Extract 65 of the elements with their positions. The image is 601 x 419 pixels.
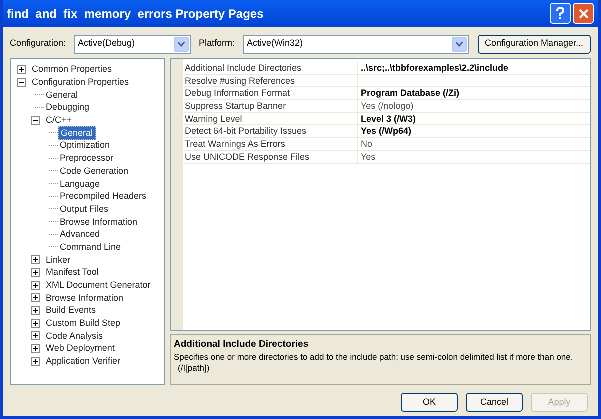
expand-icon[interactable] xyxy=(31,293,40,302)
tree-item[interactable]: General xyxy=(58,126,96,140)
tree-item[interactable]: Precompiled Headers xyxy=(58,190,149,202)
platform-label: Platform: xyxy=(199,37,236,50)
tree-item[interactable]: Application Verifier xyxy=(44,355,123,368)
tree-item[interactable]: Common Properties xyxy=(30,63,114,76)
platform-dropdown[interactable]: Active(Win32) xyxy=(243,34,469,54)
property-name[interactable]: Suppress Startup Banner xyxy=(183,100,358,112)
tree-item[interactable]: Command Line xyxy=(58,240,124,253)
tree-item[interactable]: Advanced xyxy=(58,228,102,240)
property-name[interactable]: Use UNICODE Response Files xyxy=(183,150,358,162)
tree-item[interactable]: Manifest Tool xyxy=(44,266,101,278)
property-value[interactable]: No xyxy=(358,138,373,150)
property-name[interactable]: Warning Level xyxy=(183,112,358,124)
tree-item[interactable]: Build Events xyxy=(44,304,98,316)
dialog-button[interactable]: OK xyxy=(401,393,458,412)
tree-item[interactable]: Custom Build Step xyxy=(44,317,123,330)
tree-item[interactable]: Optimization xyxy=(58,139,112,152)
property-value[interactable]: Yes (/nologo) xyxy=(358,100,414,112)
tree-item[interactable]: Browse Information xyxy=(58,216,140,228)
expand-icon[interactable] xyxy=(31,318,40,328)
tree-item[interactable]: Configuration Properties xyxy=(30,76,132,88)
property-name[interactable]: Resolve #using References xyxy=(183,74,358,86)
property-name[interactable]: Additional Include Directories xyxy=(183,62,358,74)
description-title: Additional Include Directories xyxy=(174,338,310,352)
configuration-label: Configuration: xyxy=(10,37,68,50)
window-title: find_and_fix_memory_errors Property Pages xyxy=(7,6,265,22)
help-button[interactable] xyxy=(550,3,571,24)
expand-icon[interactable] xyxy=(31,356,40,366)
expand-icon[interactable] xyxy=(31,268,40,277)
expand-icon[interactable] xyxy=(31,255,40,264)
property-value[interactable]: Yes xyxy=(358,150,376,162)
expand-icon[interactable] xyxy=(31,331,40,340)
collapse-icon[interactable] xyxy=(31,116,40,125)
tree-item[interactable]: Code Generation xyxy=(58,164,131,177)
expand-icon[interactable] xyxy=(31,280,40,290)
configuration-dropdown[interactable]: Active(Debug) xyxy=(74,34,191,54)
property-value[interactable]: ..\src;..\tbbforexamples\2.2\include xyxy=(358,62,509,74)
close-button[interactable] xyxy=(573,3,594,24)
expand-icon[interactable] xyxy=(31,344,40,353)
property-name[interactable]: Debug Information Format xyxy=(183,87,358,100)
dialog-button[interactable]: Cancel xyxy=(466,393,523,412)
description-text: Specifies one or more directories to add to the include path; use semi-colon delimited list if more than one. (/I[path]) xyxy=(174,352,574,374)
property-name[interactable]: Detect 64-bit Portability Issues xyxy=(183,125,358,138)
tree-item[interactable]: Output Files xyxy=(58,202,111,215)
expand-icon[interactable] xyxy=(17,64,26,74)
tree-item[interactable]: Language xyxy=(58,178,102,190)
expand-icon[interactable] xyxy=(31,306,40,315)
tree-item[interactable]: Browse Information xyxy=(44,292,126,304)
property-value[interactable]: Level 3 (/W3) xyxy=(358,112,416,124)
property-name[interactable]: Treat Warnings As Errors xyxy=(183,138,358,150)
tree-item[interactable]: Preprocessor xyxy=(58,152,116,164)
collapse-icon[interactable] xyxy=(17,78,26,87)
tree-item[interactable]: XML Document Generator xyxy=(44,279,153,292)
tree-item[interactable]: Web Deployment xyxy=(44,342,117,354)
configuration-manager-button[interactable]: Configuration Manager... xyxy=(478,34,591,54)
property-value[interactable]: Yes (/Wp64) xyxy=(358,125,412,138)
tree-item[interactable]: Code Analysis xyxy=(44,330,106,342)
help-icon xyxy=(556,7,565,20)
tree-item[interactable]: C/C++ xyxy=(44,114,74,126)
tree-item[interactable]: General xyxy=(44,88,80,101)
property-value[interactable]: Program Database (/Zi) xyxy=(358,87,460,100)
close-icon xyxy=(578,8,588,18)
tree-item[interactable]: Linker xyxy=(44,254,73,266)
tree-item[interactable]: Debugging xyxy=(44,101,92,114)
